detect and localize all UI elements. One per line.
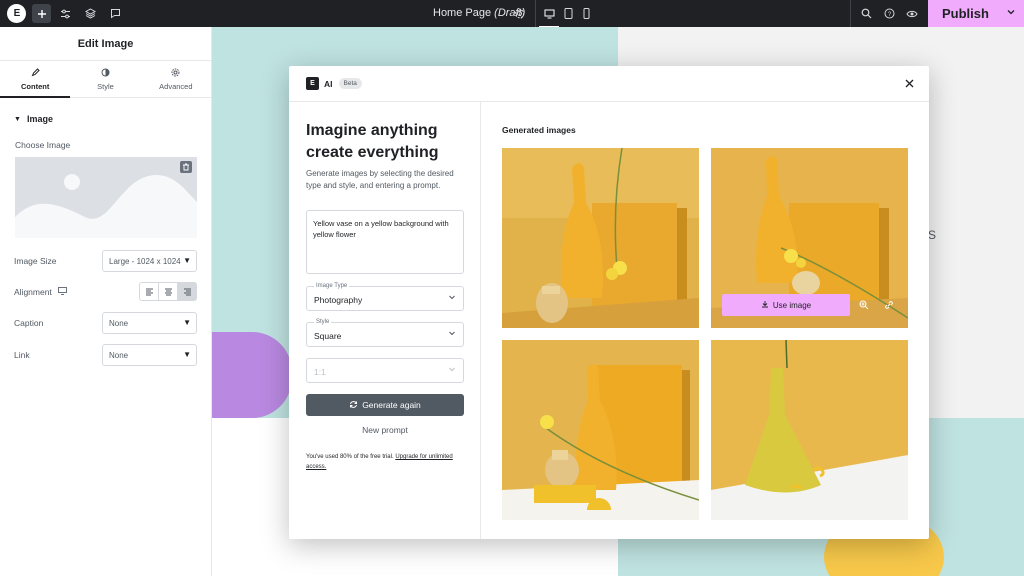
image-picker[interactable] <box>15 157 197 238</box>
alignment-label: Alignment <box>14 287 52 297</box>
field-label: Image Type <box>314 283 350 289</box>
link-icon[interactable] <box>881 297 897 313</box>
edit-panel: Edit Image Content Style Advanced ▼ Imag… <box>0 27 212 576</box>
field-value: Square <box>314 331 342 341</box>
decorative-object <box>212 332 292 418</box>
align-justify-button[interactable] <box>178 283 196 300</box>
field-value: Photography <box>314 295 363 305</box>
page-title-text: Home Page <box>433 7 492 19</box>
section-title: Image <box>26 114 53 124</box>
divider <box>850 0 851 27</box>
desktop-icon[interactable] <box>57 287 67 297</box>
divider <box>535 0 536 27</box>
generated-image-4[interactable] <box>711 340 908 520</box>
image-placeholder-icon <box>15 157 197 238</box>
caret-down-icon: ▼ <box>183 256 191 265</box>
modal-description: Generate images by selecting the desired… <box>306 169 454 190</box>
elementor-logo: E <box>306 77 319 90</box>
generate-label: Generate again <box>362 400 421 410</box>
publish-label: Publish <box>942 6 989 21</box>
usage-text: You've used 80% of the free trial. <box>306 454 394 460</box>
panel-tabs: Content Style Advanced <box>0 61 211 98</box>
panel-title: Edit Image <box>0 27 211 61</box>
chevron-down-icon <box>448 365 456 375</box>
caret-down-icon: ▼ <box>14 115 21 123</box>
generated-images-title: Generated images <box>502 125 576 135</box>
choose-image-label: Choose Image <box>15 140 71 150</box>
settings-sliders-icon[interactable] <box>56 4 75 23</box>
aspect-ratio-select[interactable]: 1:1 <box>306 358 464 383</box>
align-left-button[interactable] <box>140 283 159 300</box>
image-size-value: Large - 1024 x 1024 <box>109 256 181 266</box>
add-icon[interactable] <box>32 4 51 23</box>
ai-label: AI <box>324 78 333 89</box>
generated-image-1[interactable] <box>502 148 699 328</box>
tab-label: Advanced <box>159 81 193 91</box>
chevron-down-icon <box>448 329 456 339</box>
tab-style[interactable]: Style <box>70 61 140 97</box>
section-image-toggle[interactable]: ▼ Image <box>14 114 53 124</box>
caption-select[interactable]: None ▼ <box>102 312 197 334</box>
gear-icon[interactable] <box>510 4 529 23</box>
prompt-textarea[interactable]: Yellow vase on a yellow background with … <box>306 210 464 274</box>
publish-button[interactable]: Publish <box>928 0 1024 27</box>
comment-icon[interactable] <box>106 4 125 23</box>
link-select[interactable]: None ▼ <box>102 344 197 366</box>
caret-down-icon: ▼ <box>183 350 191 359</box>
chevron-down-icon[interactable] <box>1006 6 1016 20</box>
zoom-icon[interactable] <box>856 297 872 313</box>
svg-text:?: ? <box>888 12 892 18</box>
caption-label: Caption <box>14 318 44 328</box>
trash-icon[interactable] <box>180 161 192 173</box>
gear-icon <box>171 68 180 79</box>
image-type-select[interactable]: Image Type Photography <box>306 283 464 311</box>
caption-value: None <box>109 318 129 328</box>
style-select[interactable]: Style Square <box>306 319 464 347</box>
image-size-select[interactable]: Large - 1024 x 1024 ▼ <box>102 250 197 272</box>
chevron-down-icon <box>448 293 456 303</box>
usage-notice: You've used 80% of the free trial. Upgra… <box>306 452 474 472</box>
layers-icon[interactable] <box>81 4 100 23</box>
tab-content[interactable]: Content <box>0 61 71 98</box>
modal-header: E AI Beta <box>289 66 929 102</box>
close-icon[interactable] <box>905 77 914 91</box>
help-icon[interactable]: ? <box>880 4 899 23</box>
field-label: Style <box>314 319 332 325</box>
alignment-label-group: Alignment <box>14 287 67 297</box>
eye-icon[interactable] <box>902 4 921 23</box>
alignment-buttons <box>139 282 197 301</box>
tab-label: Style <box>97 81 114 91</box>
use-image-button[interactable]: Use image <box>722 294 850 316</box>
tab-label: Content <box>21 81 50 91</box>
align-center-button[interactable] <box>159 283 178 300</box>
generate-again-button[interactable]: Generate again <box>306 394 464 416</box>
logo-text: E <box>13 8 21 19</box>
desktop-icon[interactable] <box>539 5 559 28</box>
generated-image-2[interactable]: Use image <box>711 148 908 328</box>
elementor-logo[interactable]: E <box>7 4 26 23</box>
caret-down-icon: ▼ <box>183 318 191 327</box>
refresh-icon <box>349 400 358 411</box>
tablet-icon[interactable] <box>560 5 576 22</box>
prompt-panel: Imagine anything create everything Gener… <box>289 102 481 539</box>
search-icon[interactable] <box>857 4 876 23</box>
tab-advanced[interactable]: Advanced <box>141 61 211 97</box>
pencil-icon <box>31 67 40 79</box>
link-value: None <box>109 350 129 360</box>
generated-image-3[interactable] <box>502 340 699 520</box>
link-label: Link <box>14 350 30 360</box>
image-size-label: Image Size <box>14 256 57 266</box>
mobile-icon[interactable] <box>578 5 594 22</box>
use-image-label: Use image <box>772 300 812 310</box>
background-text: S <box>928 228 937 242</box>
download-icon <box>761 300 769 310</box>
half-circle-icon <box>101 68 110 79</box>
new-prompt-button[interactable]: New prompt <box>306 425 464 435</box>
modal-heading: Imagine anything create everything <box>306 122 439 161</box>
field-value: 1:1 <box>314 367 326 377</box>
ai-image-modal: E AI Beta Imagine anything create everyt… <box>289 66 929 539</box>
top-bar: E Home Page (Draft) ? Publish <box>0 0 1024 28</box>
beta-badge: Beta <box>338 78 362 89</box>
